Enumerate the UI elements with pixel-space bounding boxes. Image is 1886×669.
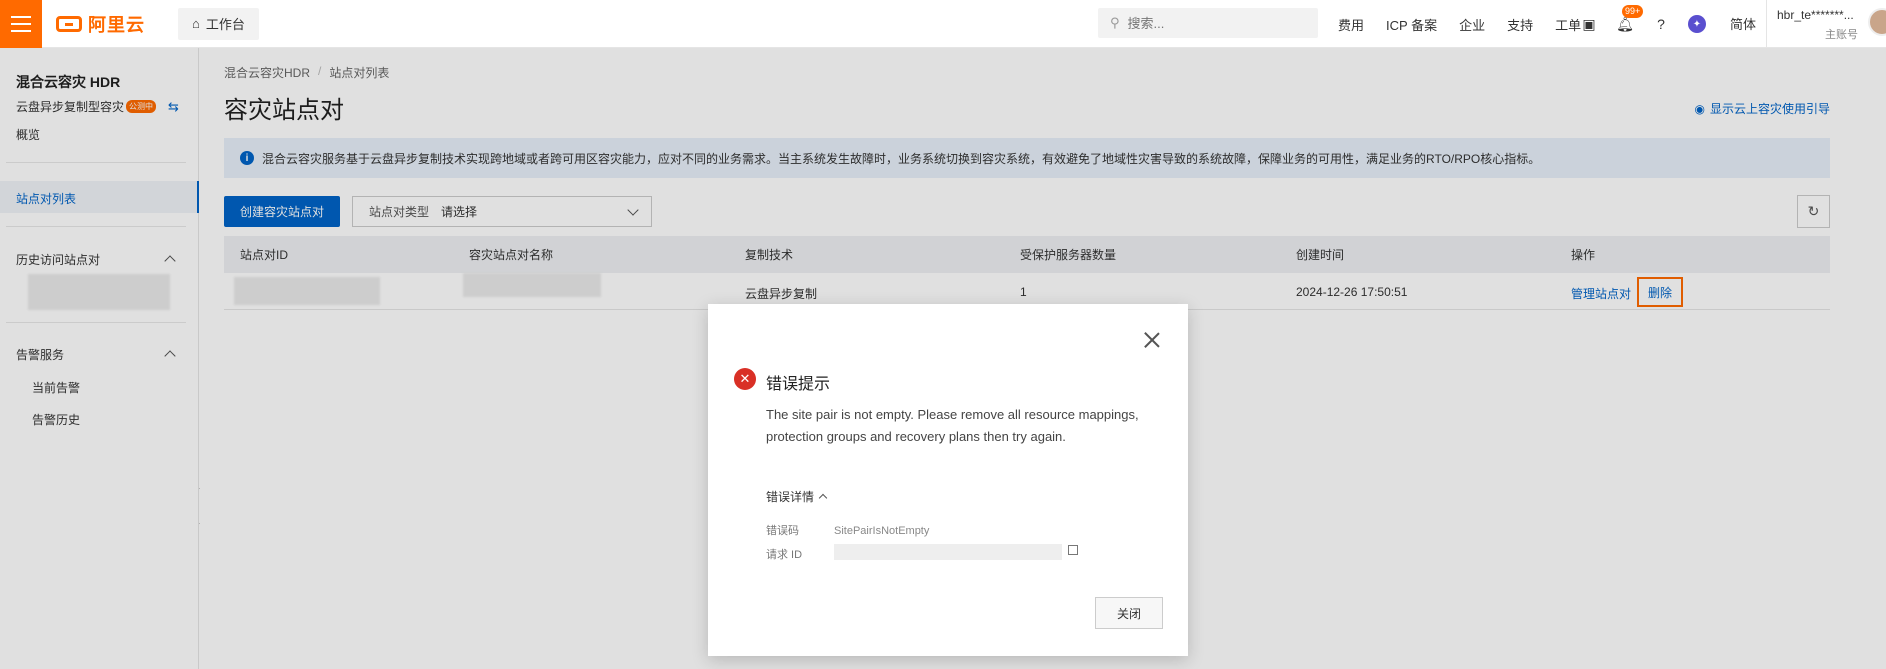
top-link-billing[interactable]: 费用 — [1338, 15, 1364, 34]
logo-mark-icon — [56, 15, 82, 32]
request-id-label: 请求 ID — [766, 549, 803, 561]
search-icon: ⚲ — [1110, 15, 1120, 30]
redacted-request-id — [834, 544, 1062, 560]
copy-icon[interactable] — [1068, 545, 1078, 555]
dialog-title: 错误提示 — [766, 376, 831, 393]
request-id-row: 请求 ID — [766, 546, 834, 562]
error-code-label: 错误码 — [766, 525, 799, 537]
avatar[interactable] — [1868, 8, 1886, 36]
workbench-label: 工作台 — [205, 17, 245, 32]
user-name: hbr_te*******... — [1777, 8, 1854, 22]
top-link-icp[interactable]: ICP 备案 — [1386, 15, 1437, 34]
search-input[interactable] — [1127, 15, 1298, 31]
error-code-row: 错误码 SitePairIsNotEmpty — [766, 522, 929, 538]
search-box[interactable]: ⚲ — [1098, 8, 1318, 38]
notification-bell-icon[interactable]: 🔔︎ 99+ — [1616, 5, 1644, 33]
notification-badge: 99+ — [1622, 5, 1644, 18]
assistant-icon[interactable]: ✦ — [1688, 15, 1706, 33]
aliyun-logo[interactable]: 阿里云 — [56, 11, 156, 37]
top-icons: ▣ 🔔︎ 99+ ? ✦ — [1580, 0, 1706, 48]
menu-icon[interactable] — [0, 0, 42, 48]
error-details-label: 错误详情 — [766, 490, 815, 504]
error-code-value: SitePairIsNotEmpty — [834, 525, 930, 537]
top-link-support[interactable]: 支持 — [1507, 15, 1533, 34]
top-link-enterprise[interactable]: 企业 — [1459, 15, 1485, 34]
user-role: 主账号 — [1825, 29, 1858, 41]
logo-text: 阿里云 — [88, 14, 145, 35]
top-links: 费用 ICP 备案 企业 支持 工单 — [1338, 0, 1603, 48]
error-icon: ✕ — [734, 368, 756, 390]
language-switch[interactable]: 简体 — [1730, 14, 1756, 33]
workbench-button[interactable]: ⌂ 工作台 — [178, 7, 259, 40]
terminal-icon[interactable]: ▣ — [1580, 15, 1598, 33]
chevron-up-icon — [818, 493, 828, 503]
user-menu[interactable]: hbr_te*******... 主账号 — [1766, 0, 1886, 48]
close-icon[interactable] — [1144, 332, 1160, 348]
top-link-ticket[interactable]: 工单 — [1555, 15, 1581, 34]
error-message: The site pair is not empty. Please remov… — [766, 407, 1139, 444]
help-icon[interactable]: ? — [1652, 15, 1670, 33]
home-icon: ⌂ — [192, 16, 200, 31]
error-details-toggle[interactable]: 错误详情 — [766, 488, 828, 505]
error-dialog: ✕ 错误提示 The site pair is not empty. Pleas… — [708, 304, 1188, 656]
close-button[interactable]: 关闭 — [1095, 597, 1163, 629]
